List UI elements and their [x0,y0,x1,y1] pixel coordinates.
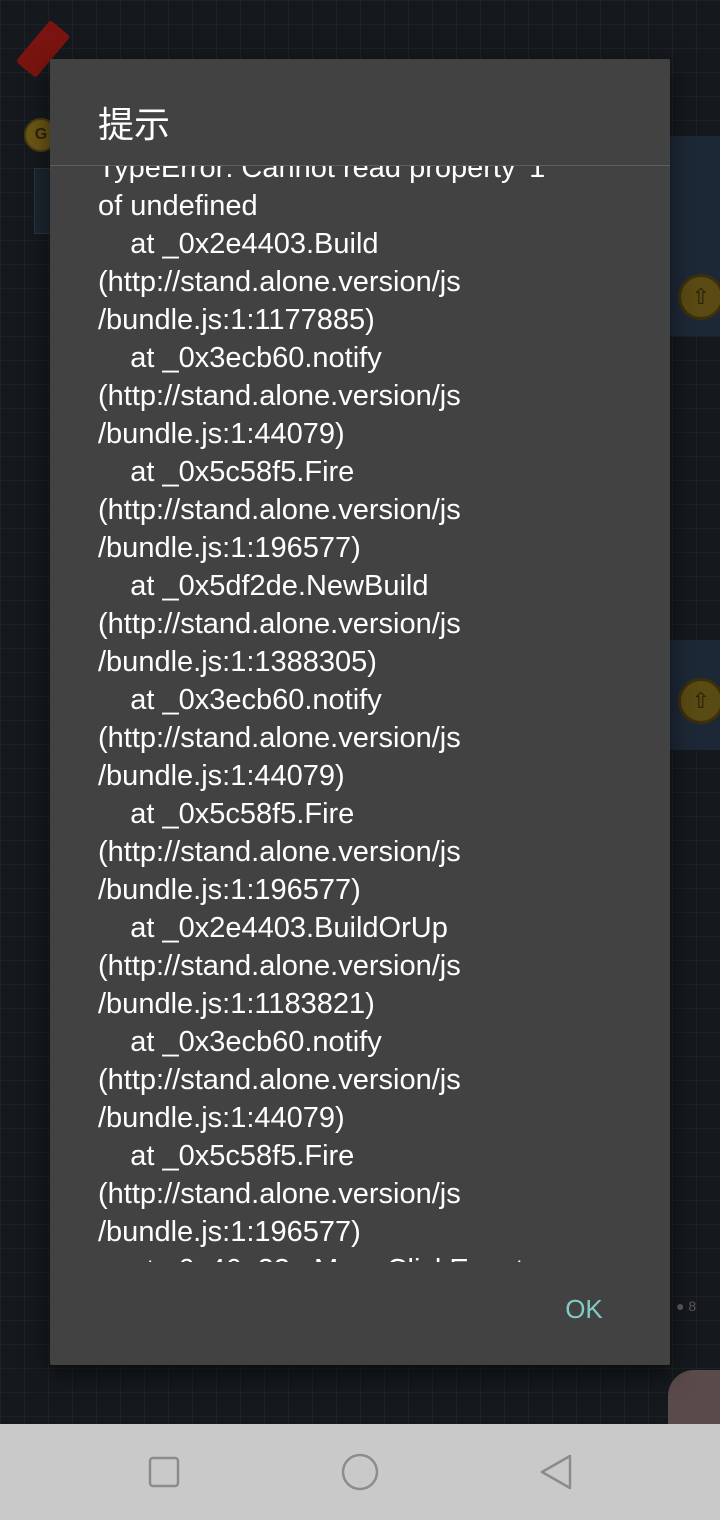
message-scroll-area[interactable]: TypeError: Cannot read property '1' of u… [98,166,658,1262]
upgrade-arrow-icon-2: ⇧ [678,678,720,724]
background-coin-count: ● 8 [676,1298,697,1314]
ok-button[interactable]: OK [544,1284,624,1334]
background-character [668,1370,720,1424]
recents-button[interactable] [140,1448,188,1496]
screen: G ⇧ ⇧ ● 8 提示 TypeError: Cannot read prop… [0,0,720,1520]
back-button[interactable] [532,1448,580,1496]
home-button[interactable] [336,1448,384,1496]
triangle-icon [540,1454,572,1490]
square-icon [148,1456,180,1488]
upgrade-arrow-icon: ⇧ [678,274,720,320]
navigation-bar [0,1424,720,1520]
dialog-title: 提示 [98,104,171,145]
circle-icon [341,1453,379,1491]
alert-dialog: 提示 TypeError: Cannot read property '1' o… [50,59,670,1365]
error-message: TypeError: Cannot read property '1' of u… [98,166,551,1262]
